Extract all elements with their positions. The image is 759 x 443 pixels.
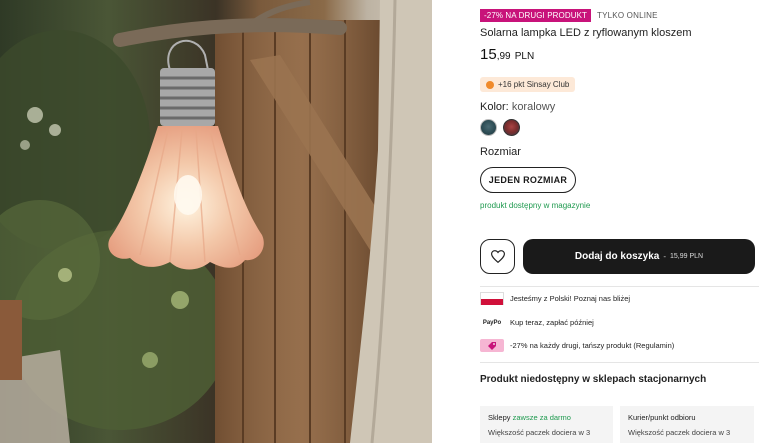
delivery-card-title: Kurier/punkt odbioru (628, 413, 746, 422)
color-swatch-coral[interactable] (503, 119, 520, 136)
delivery-card-stores[interactable]: Sklepy zawsze za darmo Większość paczek … (480, 406, 613, 443)
club-points-text: +16 pkt Sinsay Club (498, 80, 570, 89)
store-availability-heading: Produkt niedostępny w sklepach stacjonar… (480, 374, 707, 385)
divider (480, 362, 759, 363)
divider (480, 286, 759, 287)
delivery-card-courier[interactable]: Kurier/punkt odbioru Większość paczek do… (620, 406, 754, 443)
color-swatch-teal[interactable] (480, 119, 497, 136)
feature-text: Kup teraz, zapłać później (510, 318, 594, 327)
size-option-button[interactable]: JEDEN ROZMIAR (480, 167, 576, 193)
promo-badge: -27% NA DRUGI PRODUKT (480, 9, 592, 22)
club-points-badge: +16 pkt Sinsay Club (480, 77, 576, 92)
size-label: Rozmiar (480, 146, 521, 158)
delivery-subtitle: Większość paczek dociera w 3 (488, 428, 591, 437)
paypo-icon: PayPo (480, 316, 504, 329)
flag-poland-icon (480, 292, 504, 305)
color-row: Kolor: koralowy (480, 101, 555, 113)
product-photo-illustration (0, 0, 432, 443)
product-image[interactable] (0, 0, 432, 443)
delivery-highlight: zawsze za darmo (512, 413, 571, 422)
add-to-cart-separator: - (663, 252, 667, 261)
price-integer: 15 (480, 46, 497, 63)
feature-text[interactable]: Jesteśmy z Polski! Poznaj nas bliżej (510, 294, 630, 303)
add-to-cart-label: Dodaj do koszyka (574, 251, 660, 262)
delivery-subtitle: Większość paczek dociera w 3 (628, 428, 731, 437)
color-label: Kolor: (480, 101, 509, 113)
stock-status: produkt dostępny w magazynie (480, 201, 591, 210)
color-value: koralowy (511, 101, 556, 113)
feature-row-paypo: PayPo Kup teraz, zapłać później (480, 316, 594, 329)
add-to-cart-price: 15,99 PLN (670, 253, 704, 260)
feature-row-promo: -27% na każdy drugi, tańszy produkt (Reg… (480, 339, 674, 352)
promo-tag-icon (480, 339, 504, 352)
delivery-title: Sklepy (488, 413, 511, 422)
price-currency: PLN (514, 51, 535, 62)
add-to-cart-button[interactable]: Dodaj do koszyka - 15,99 PLN (523, 239, 755, 274)
favorite-button[interactable] (480, 239, 515, 274)
feature-row-poland: Jesteśmy z Polski! Poznaj nas bliżej (480, 292, 630, 305)
feature-text[interactable]: -27% na każdy drugi, tańszy produkt (Reg… (510, 341, 674, 350)
product-price: 15,99 PLN (480, 46, 534, 63)
product-title: Solarna lampka LED z ryflowanym kloszem (480, 27, 692, 39)
delivery-title: Kurier/punkt odbioru (628, 413, 696, 422)
club-coin-icon (486, 80, 494, 89)
heart-icon (490, 250, 505, 263)
paypo-logo-text: PayPo (482, 319, 502, 326)
badge-row: -27% NA DRUGI PRODUKT TYLKO ONLINE (480, 9, 658, 22)
color-swatches (480, 119, 520, 136)
price-decimal: ,99 (496, 51, 511, 62)
online-only-badge: TYLKO ONLINE (597, 11, 658, 20)
delivery-card-title: Sklepy zawsze za darmo (488, 413, 605, 422)
